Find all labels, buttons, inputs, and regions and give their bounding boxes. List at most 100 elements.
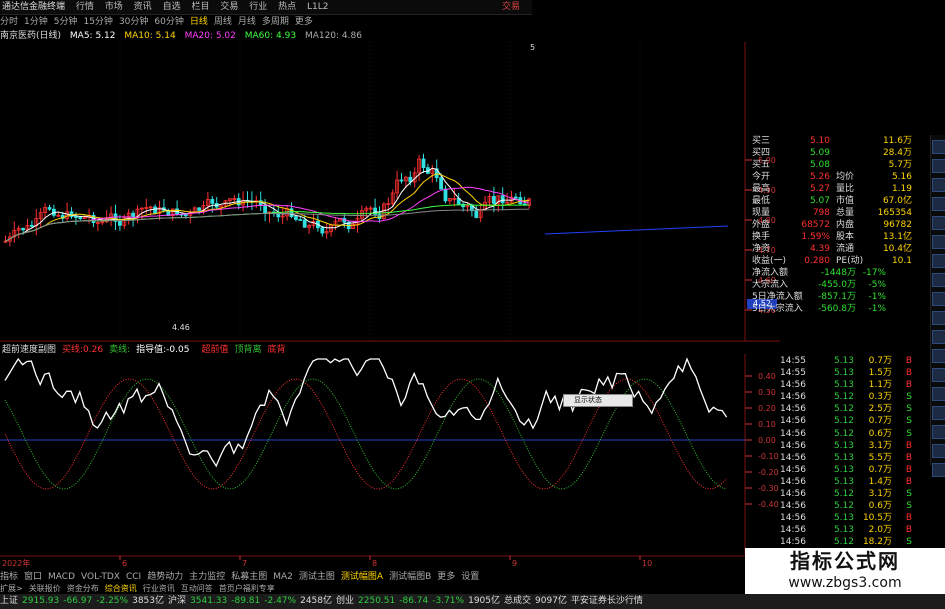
quote-panel: 买三 5.10 11.6万 买四 5.09 28.4万 买五 5.08 5.7万 今开 5.26 均价…: [752, 135, 942, 315]
quote-v: 5.10: [809, 136, 830, 146]
period-tab-7[interactable]: 周线: [214, 15, 232, 29]
bottom-tab-3[interactable]: VOL-TDX: [81, 571, 120, 583]
flow-label: 大宗流入: [752, 280, 789, 290]
period-tab-3[interactable]: 15分钟: [83, 15, 112, 29]
bottom-tab-1[interactable]: 窗口: [24, 571, 42, 583]
bottom-tab-9[interactable]: 测试主图: [299, 571, 335, 583]
menu-item-industry[interactable]: 行业: [249, 0, 267, 14]
sidebar-icon-6[interactable]: [932, 235, 945, 249]
quote-row: 外盘 68572 内盘 96782: [752, 219, 942, 231]
candle-body: [500, 195, 505, 204]
period-tab-2[interactable]: 5分钟: [54, 15, 78, 29]
low-price-label: 4.46: [172, 323, 190, 332]
quote-k: 现量: [752, 208, 771, 218]
quote-k: 外盘: [752, 220, 771, 230]
period-tab-4[interactable]: 30分钟: [119, 15, 148, 29]
period-tab-9[interactable]: 多周期: [262, 15, 289, 29]
menu-item-watchlist[interactable]: 自选: [163, 0, 181, 14]
bottom-tab-0[interactable]: 指标: [0, 571, 18, 583]
bottom-tab-11[interactable]: 测试幅图B: [389, 571, 431, 583]
bottom-subtab-4[interactable]: 行业资讯: [143, 584, 175, 593]
menu-item-columns[interactable]: 栏目: [191, 0, 209, 14]
candle-body: [47, 207, 52, 210]
menu-item-trade[interactable]: 交易: [220, 0, 238, 14]
menu-item-quotes[interactable]: 行情: [76, 0, 94, 14]
sidebar-icon-3[interactable]: [932, 178, 945, 192]
sidebar-icon-4[interactable]: [932, 197, 945, 211]
sidebar-icon-2[interactable]: [932, 159, 945, 173]
sidebar-icon-11[interactable]: [932, 330, 945, 344]
trade-button[interactable]: 交易: [502, 0, 520, 14]
period-tab-5[interactable]: 60分钟: [154, 15, 183, 29]
watermark-title: 指标公式网: [790, 549, 900, 573]
sidebar-icon-17[interactable]: [932, 444, 945, 458]
menu-item-hot[interactable]: 热点: [278, 0, 296, 14]
tick-t: 14:56: [780, 452, 806, 463]
tick-row: 14:56 5.12 0.6万 S: [780, 428, 930, 440]
period-tab-1[interactable]: 1分钟: [24, 15, 48, 29]
tick-t: 14:56: [780, 513, 806, 524]
sidebar-icon-7[interactable]: [932, 254, 945, 268]
bottom-tab-10[interactable]: 测试幅图A: [341, 571, 383, 583]
candlestick-chart[interactable]: 4.46 5 5.004.904.804.704.604.50: [0, 42, 780, 342]
period-tab-6[interactable]: 日线: [190, 15, 208, 29]
bottom-subtab-3[interactable]: 综合资讯: [105, 584, 137, 593]
candle-body: [78, 216, 83, 220]
quote-v2: 5.16: [891, 172, 912, 182]
sidebar-icon-5[interactable]: [932, 216, 945, 230]
candle-body: [443, 188, 448, 202]
tick-v: 0.6万: [868, 501, 892, 512]
popup-label: 显示状态: [574, 396, 602, 404]
tick-row: 14:55 5.13 1.5万 B: [780, 367, 930, 379]
bottom-subtab-0[interactable]: 扩展>: [0, 584, 23, 593]
sidebar-icon-14[interactable]: [932, 387, 945, 401]
candle-body: [514, 196, 518, 199]
period-tab-10[interactable]: 更多: [295, 15, 313, 29]
tick-v: 0.7万: [868, 356, 892, 366]
sidebar-icon-12[interactable]: [932, 349, 945, 363]
tick-v: 0.6万: [868, 428, 892, 439]
tick-p: 5.12: [833, 489, 854, 500]
menu-item-l1l2[interactable]: L1L2: [307, 0, 328, 14]
sidebar-icon-16[interactable]: [932, 425, 945, 439]
bottom-tab-8[interactable]: MA2: [273, 571, 293, 583]
tick-row: 14:56 5.12 18.2万 S: [780, 536, 930, 548]
sidebar-icon-1[interactable]: [932, 140, 945, 154]
bottom-tab-7[interactable]: 私募主图: [231, 571, 267, 583]
status-popup[interactable]: 显示状态: [563, 394, 633, 407]
bottom-tab-6[interactable]: 主力监控: [189, 571, 225, 583]
bottom-tab-12[interactable]: 更多: [437, 571, 455, 583]
bottom-subtab-2[interactable]: 资金分布: [67, 584, 99, 593]
sidebar-icon-8[interactable]: [932, 273, 945, 287]
tick-row: 14:56 5.13 0.7万 B: [780, 464, 930, 476]
indicator-tick-label: -0.20: [758, 468, 779, 477]
bottom-subtab-5[interactable]: 互动问答: [181, 584, 213, 593]
bottom-tab-2[interactable]: MACD: [48, 571, 75, 583]
sidebar-icon-13[interactable]: [932, 368, 945, 382]
bottom-tab-4[interactable]: CCI: [126, 571, 141, 583]
flow-value: -1448万: [820, 268, 856, 278]
quote-k2: [830, 135, 874, 147]
period-tab-0[interactable]: 分时: [0, 15, 18, 29]
bottom-subtab-1[interactable]: 关联报价: [29, 584, 61, 593]
status-item: 上证: [0, 596, 19, 606]
status-item: -66.97: [63, 596, 93, 606]
tick-t: 14:56: [780, 501, 806, 512]
status-item: 2915.93: [22, 596, 60, 606]
menu-item-news[interactable]: 资讯: [134, 0, 152, 14]
sidebar-icon-18[interactable]: [932, 463, 945, 477]
quote-k: 买五: [752, 160, 771, 170]
menu-item-market[interactable]: 市场: [105, 0, 123, 14]
indicator-chart[interactable]: 0.40 0.30 0.20 0.10 0.00 -0.10 -0.20 -0.30 -0.40: [0, 354, 780, 554]
sidebar-icon-10[interactable]: [932, 311, 945, 325]
bottom-tab-5[interactable]: 趋势动力: [147, 571, 183, 583]
tick-row: 14:56 5.12 0.6万 S: [780, 500, 930, 512]
tick-v: 0.3万: [868, 392, 892, 403]
period-tab-8[interactable]: 月线: [238, 15, 256, 29]
tick-t: 14:56: [780, 404, 806, 415]
bottom-subtab-6[interactable]: 首页户福利专享: [219, 584, 275, 593]
candle-body: [210, 198, 215, 204]
sidebar-icon-15[interactable]: [932, 406, 945, 420]
sidebar-icon-9[interactable]: [932, 292, 945, 306]
bottom-tab-13[interactable]: 设置: [461, 571, 479, 583]
